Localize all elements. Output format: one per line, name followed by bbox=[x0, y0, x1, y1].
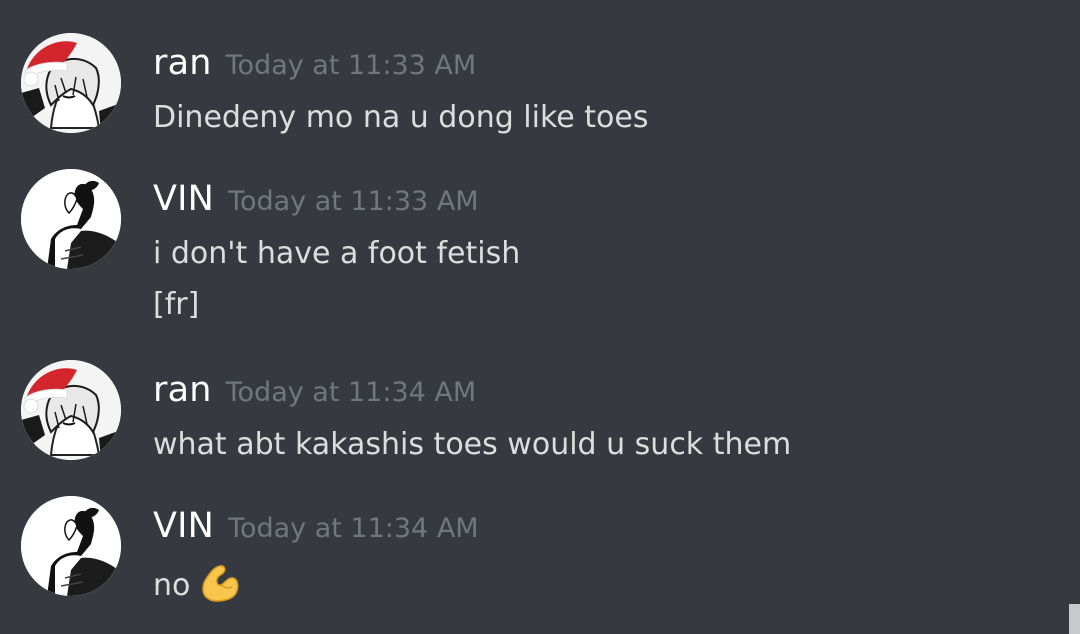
username[interactable]: ran bbox=[153, 370, 212, 410]
message-text: no bbox=[153, 563, 240, 611]
monochrome-avatar-icon bbox=[21, 496, 121, 596]
timestamp[interactable]: Today at 11:34 AM bbox=[228, 513, 479, 544]
message-text: Dinedeny mo na u dong like toes bbox=[153, 100, 649, 135]
santa-hat-avatar-icon bbox=[21, 360, 121, 460]
chat-message-list: ran Today at 11:33 AM Dinedeny mo na u do… bbox=[0, 0, 1080, 634]
message-text: i don't have a foot fetish bbox=[153, 236, 521, 271]
message-header: ran Today at 11:34 AM bbox=[153, 370, 476, 410]
message-header: VIN Today at 11:33 AM bbox=[153, 179, 479, 219]
monochrome-avatar-icon bbox=[21, 169, 121, 269]
message-text-content: no bbox=[153, 568, 191, 603]
avatar[interactable] bbox=[21, 169, 121, 269]
timestamp[interactable]: Today at 11:33 AM bbox=[226, 50, 477, 81]
username[interactable]: VIN bbox=[153, 179, 214, 219]
message-text: what abt kakashis toes would u suck them bbox=[153, 427, 792, 462]
message-header: VIN Today at 11:34 AM bbox=[153, 506, 479, 546]
message-header: ran Today at 11:33 AM bbox=[153, 43, 476, 83]
avatar[interactable] bbox=[21, 360, 121, 460]
timestamp[interactable]: Today at 11:34 AM bbox=[226, 377, 477, 408]
avatar[interactable] bbox=[21, 33, 121, 133]
timestamp[interactable]: Today at 11:33 AM bbox=[228, 186, 479, 217]
avatar[interactable] bbox=[21, 496, 121, 596]
username[interactable]: ran bbox=[153, 43, 212, 83]
username[interactable]: VIN bbox=[153, 506, 214, 546]
flexed-biceps-icon bbox=[198, 563, 240, 611]
santa-hat-avatar-icon bbox=[21, 33, 121, 133]
scrollbar-thumb[interactable] bbox=[1069, 604, 1080, 634]
message-text: [fr] bbox=[153, 287, 200, 322]
